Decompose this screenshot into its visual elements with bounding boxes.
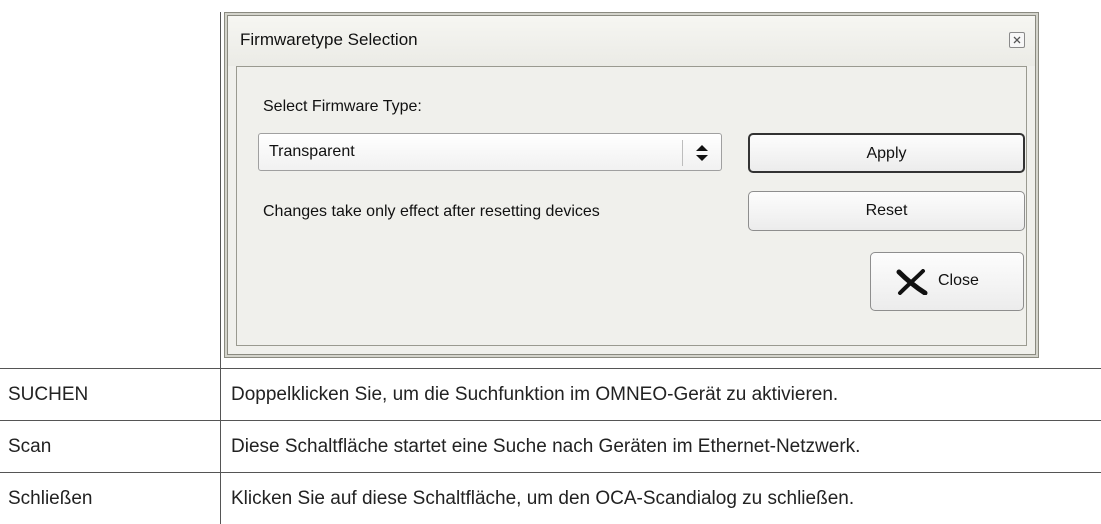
close-x-icon — [896, 269, 928, 295]
table-row: SUCHEN Doppelklicken Sie, um die Suchfun… — [0, 369, 1101, 420]
updown-arrow-icon — [696, 145, 708, 161]
close-button[interactable]: Close — [870, 252, 1024, 311]
firmware-type-value: Transparent — [269, 143, 355, 160]
row-term: Schließen — [8, 488, 93, 509]
table-row: Scan Diese Schaltfläche startet eine Suc… — [0, 421, 1101, 472]
select-separator — [682, 140, 683, 166]
apply-button[interactable]: Apply — [748, 133, 1025, 173]
dialog-title: Firmwaretype Selection — [240, 30, 418, 49]
row-description: Doppelklicken Sie, um die Suchfunktion i… — [231, 384, 839, 405]
row-term: SUCHEN — [8, 384, 89, 405]
dialog-titlebar[interactable]: Firmwaretype Selection — [228, 16, 1035, 66]
row-term: Scan — [8, 436, 52, 457]
firmwaretype-dialog: Firmwaretype Selection Select Firmware T… — [227, 15, 1036, 355]
reset-note-text: Changes take only effect after resetting… — [263, 203, 600, 220]
close-button-label: Close — [938, 272, 979, 289]
window-close-button[interactable] — [1009, 32, 1025, 48]
table-divider-top — [220, 12, 221, 368]
firmware-type-select[interactable]: Transparent — [258, 133, 722, 171]
row-description: Diese Schaltfläche startet eine Suche na… — [231, 436, 861, 457]
select-firmware-type-label: Select Firmware Type: — [263, 98, 422, 115]
table-row: Schließen Klicken Sie auf diese Schaltfl… — [0, 473, 1101, 524]
close-icon — [1013, 36, 1021, 44]
reset-button[interactable]: Reset — [748, 191, 1025, 231]
row-description: Klicken Sie auf diese Schaltfläche, um d… — [231, 488, 855, 509]
